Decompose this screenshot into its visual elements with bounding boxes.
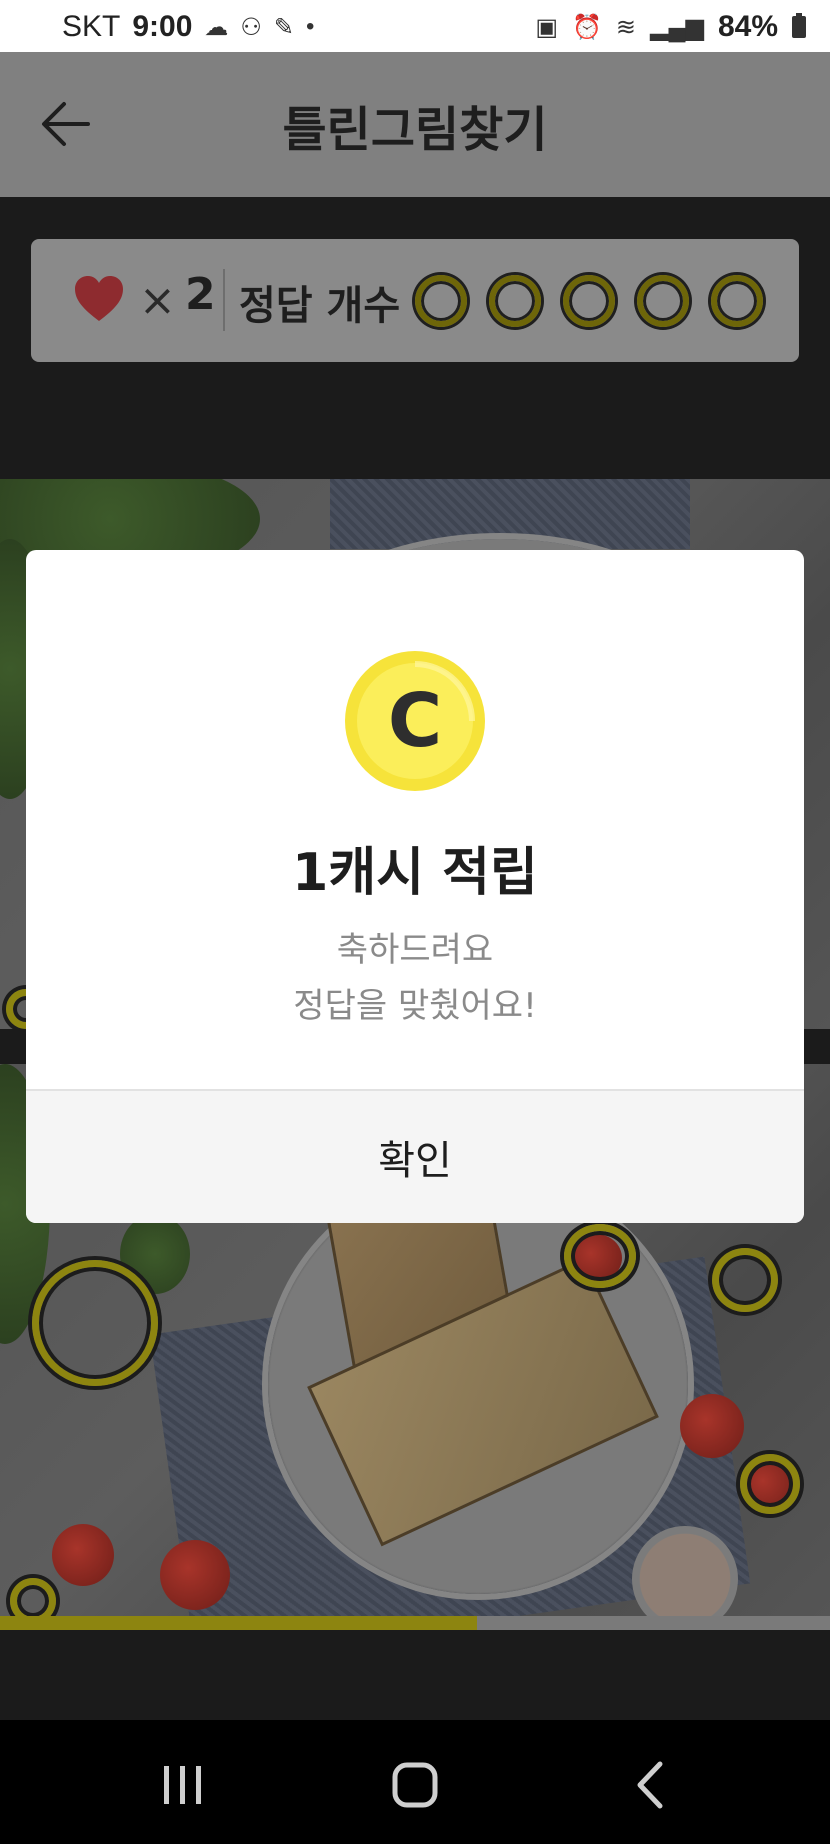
confirm-button[interactable]: 확인 — [26, 1091, 804, 1223]
notification-icon: ⚇ — [240, 13, 262, 41]
alarm-icon: ⏰ — [572, 13, 602, 41]
status-bar: SKT 9:00 ☁ ⚇ ✎ • ▣ ⏰ ≋ ▂▄▆ 84% — [0, 0, 830, 52]
lives-count: 2 — [185, 269, 216, 320]
recent-apps-icon[interactable] — [152, 1760, 212, 1810]
tomato — [160, 1540, 230, 1610]
reward-dialog: C 1캐시 적립 축하드려요 정답을 맞췄어요! 확인 — [26, 550, 804, 1223]
divider — [223, 269, 225, 331]
found-difference-marker — [10, 1578, 56, 1616]
chevron-left-icon[interactable] — [620, 1760, 680, 1810]
answer-slots — [415, 275, 763, 327]
signal-icon: ▂▄▆ — [650, 13, 704, 41]
time-progress-bar — [0, 1616, 830, 1630]
tomato — [52, 1524, 114, 1586]
clock: 9:00 — [132, 10, 193, 43]
answer-slot — [563, 275, 615, 327]
wifi-icon: ≋ — [615, 13, 637, 41]
answer-slot — [637, 275, 689, 327]
app-notification-icon: ✎ — [273, 13, 295, 41]
page-title: 틀린그림찾기 — [282, 102, 548, 158]
lives-multiplier: × — [139, 275, 176, 326]
tomato — [680, 1394, 744, 1458]
dialog-message-line2: 정답을 맞췄어요! — [293, 986, 537, 1026]
battery-icon — [792, 13, 806, 38]
heart-icon — [73, 275, 125, 323]
more-notifications-dot-icon: • — [306, 13, 315, 40]
cash-coin-icon: C — [344, 650, 486, 792]
system-nav-bar — [0, 1720, 830, 1844]
found-difference-marker — [712, 1248, 778, 1312]
cloud-icon: ☁ — [204, 13, 229, 41]
dialog-title: 1캐시 적립 — [292, 843, 538, 903]
found-difference-marker — [564, 1224, 636, 1288]
found-difference-marker — [32, 1260, 158, 1386]
status-right: ▣ ⏰ ≋ ▂▄▆ 84% — [535, 10, 806, 44]
nfc-icon: ▣ — [535, 13, 559, 41]
answers-label: 정답 개수 — [239, 283, 401, 329]
coin-letter: C — [388, 678, 442, 764]
found-difference-marker — [740, 1454, 800, 1514]
answer-slot — [415, 275, 467, 327]
home-icon[interactable] — [385, 1760, 445, 1810]
status-left: SKT 9:00 ☁ ⚇ ✎ • — [62, 10, 314, 44]
time-progress-fill — [0, 1616, 478, 1630]
carrier-label: SKT — [62, 10, 121, 43]
app-header: 틀린그림찾기 — [0, 52, 830, 197]
answer-slot — [711, 275, 763, 327]
dialog-message-line1: 축하드려요 — [336, 930, 494, 970]
battery-percent: 84% — [717, 10, 778, 43]
answer-slot — [489, 275, 541, 327]
score-panel: × 2 정답 개수 — [31, 239, 799, 362]
